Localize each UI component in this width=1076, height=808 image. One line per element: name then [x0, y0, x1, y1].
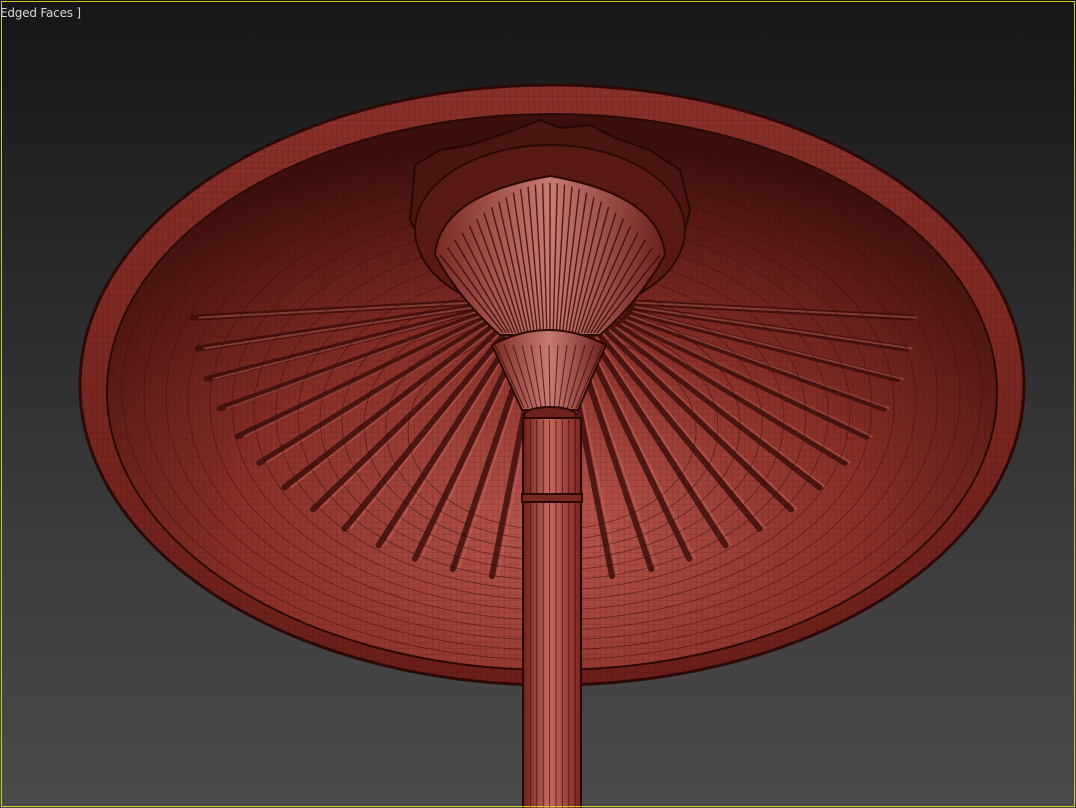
- viewport-shading-label[interactable]: Edged Faces ]: [0, 6, 81, 20]
- pole: [522, 417, 582, 808]
- pole-joint: [521, 493, 583, 503]
- umbrella-model[interactable]: [0, 0, 1076, 808]
- viewport-3d[interactable]: Edged Faces ]: [0, 0, 1076, 808]
